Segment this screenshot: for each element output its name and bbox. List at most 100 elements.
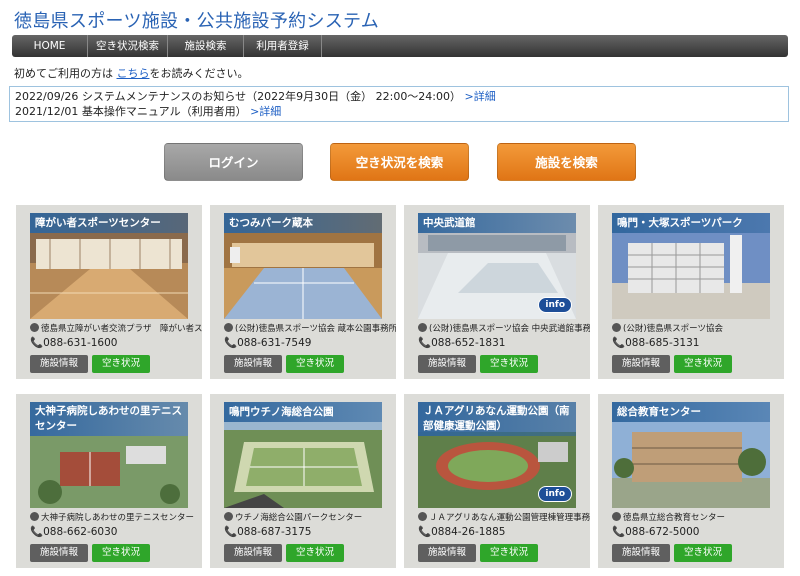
facility-name: 鳴門・大塚スポーツパーク (612, 213, 770, 233)
person-icon (418, 512, 427, 521)
vacancy-button[interactable]: 空き状況 (674, 355, 732, 373)
search-vacancy-button[interactable]: 空き状況を検索 (330, 143, 469, 181)
facility-org: 徳島県立総合教育センター (612, 511, 784, 523)
facility-name: 鳴門ウチノ海総合公園 (224, 402, 382, 422)
facility-info-button[interactable]: 施設情報 (612, 355, 670, 373)
facility-info-button[interactable]: 施設情報 (418, 544, 476, 562)
phone-icon: 📞 (30, 526, 44, 538)
vacancy-button[interactable]: 空き状況 (480, 355, 538, 373)
facility-photo[interactable]: 中央武道館 info (418, 213, 576, 319)
facility-info-button[interactable]: 施設情報 (30, 544, 88, 562)
facility-card: 大神子病院しあわせの里テニスセンター 大神子病院しあわせの里テニスセンター 📞0… (16, 394, 202, 568)
facility-photo[interactable]: 総合教育センター (612, 402, 770, 508)
facility-name: むつみパーク蔵本 (224, 213, 382, 233)
facility-info-button[interactable]: 施設情報 (224, 355, 282, 373)
notice-item: 2022/09/26 システムメンテナンスのお知らせ（2022年9月30日（金）… (15, 89, 783, 104)
facility-card: 鳴門・大塚スポーツパーク (公財)徳島県スポーツ協会 📞088-685-3131… (598, 205, 784, 379)
notice-more-link[interactable]: >詳細 (250, 105, 281, 118)
facility-tel-text: 088-687-3175 (237, 526, 312, 538)
facility-photo[interactable]: 障がい者スポーツセンター (30, 213, 188, 319)
facility-org-text: 徳島県立総合教育センター (623, 513, 726, 523)
facility-org: (公財)徳島県スポーツ協会 中央武道館事務所 (418, 322, 590, 334)
intro-text: 初めてご利用の方は こちらをお読みください。 (14, 65, 249, 81)
nav-facility-search[interactable]: 施設検索 (168, 35, 244, 57)
facility-card: 総合教育センター 徳島県立総合教育センター 📞088-672-5000 施設情報… (598, 394, 784, 568)
person-icon (612, 323, 621, 332)
search-facility-button[interactable]: 施設を検索 (497, 143, 636, 181)
facility-tel: 📞088-687-3175 (224, 525, 311, 538)
notice-text: 2022/09/26 システムメンテナンスのお知らせ（2022年9月30日（金）… (15, 90, 462, 103)
phone-icon: 📞 (418, 526, 432, 538)
facility-tel-text: 088-685-3131 (625, 337, 700, 349)
facility-name: 障がい者スポーツセンター (30, 213, 188, 233)
info-badge[interactable]: info (538, 486, 572, 502)
facility-tel: 📞088-662-6030 (30, 525, 117, 538)
phone-icon: 📞 (224, 337, 238, 349)
info-badge[interactable]: info (538, 297, 572, 313)
facility-tel: 📞088-631-7549 (224, 336, 311, 349)
facility-org: (公財)徳島県スポーツ協会 蔵本公園事務所 (224, 322, 396, 334)
facility-org-text: (公財)徳島県スポーツ協会 蔵本公園事務所 (235, 324, 396, 334)
vacancy-button[interactable]: 空き状況 (92, 544, 150, 562)
facility-tel-text: 088-672-5000 (625, 526, 700, 538)
facility-info-button[interactable]: 施設情報 (418, 355, 476, 373)
facility-info-button[interactable]: 施設情報 (224, 544, 282, 562)
facility-photo[interactable]: 大神子病院しあわせの里テニスセンター (30, 402, 188, 508)
vacancy-button[interactable]: 空き状況 (674, 544, 732, 562)
facility-tel: 📞088-672-5000 (612, 525, 699, 538)
facility-info-button[interactable]: 施設情報 (612, 544, 670, 562)
phone-icon: 📞 (418, 337, 432, 349)
phone-icon: 📞 (612, 337, 626, 349)
facility-photo[interactable]: むつみパーク蔵本 (224, 213, 382, 319)
nav-user-registration[interactable]: 利用者登録 (244, 35, 322, 57)
facility-card: むつみパーク蔵本 (公財)徳島県スポーツ協会 蔵本公園事務所 📞088-631-… (210, 205, 396, 379)
intro-before: 初めてご利用の方は (14, 67, 117, 80)
intro-after: をお読みください。 (149, 67, 249, 80)
facility-org: 大神子病院しあわせの里テニスセンター (30, 511, 202, 523)
notice-item: 2021/12/01 基本操作マニュアル（利用者用） >詳細 (15, 104, 783, 119)
facility-org-text: 徳島県立障がい者交流プラザ 障がい者スポ (41, 324, 202, 334)
vacancy-button[interactable]: 空き状況 (286, 544, 344, 562)
vacancy-button[interactable]: 空き状況 (480, 544, 538, 562)
facility-photo[interactable]: ＪＡアグリあなん運動公園（南部健康運動公園） info (418, 402, 576, 508)
intro-link[interactable]: こちら (117, 67, 150, 80)
person-icon (224, 323, 233, 332)
facility-card: 中央武道館 info (公財)徳島県スポーツ協会 中央武道館事務所 📞088-6… (404, 205, 590, 379)
facility-org: ＪＡアグリあなん運動公園管理棟管理事務所 (418, 511, 590, 523)
facility-org-text: ウチノ海総合公園パークセンター (235, 513, 363, 523)
notice-more-link[interactable]: >詳細 (465, 90, 496, 103)
facility-org: 徳島県立障がい者交流プラザ 障がい者スポ (30, 322, 202, 334)
facility-tel-text: 088-631-1600 (43, 337, 118, 349)
facility-org-text: (公財)徳島県スポーツ協会 中央武道館事務所 (429, 324, 590, 334)
person-icon (612, 512, 621, 521)
facility-org: ウチノ海総合公園パークセンター (224, 511, 396, 523)
facility-name: ＪＡアグリあなん運動公園（南部健康運動公園） (418, 402, 576, 436)
facility-photo[interactable]: 鳴門・大塚スポーツパーク (612, 213, 770, 319)
facility-photo[interactable]: 鳴門ウチノ海総合公園 (224, 402, 382, 508)
vacancy-button[interactable]: 空き状況 (92, 355, 150, 373)
notice-text: 2021/12/01 基本操作マニュアル（利用者用） (15, 105, 247, 118)
facility-tel: 📞088-685-3131 (612, 336, 699, 349)
nav-home[interactable]: HOME (12, 35, 88, 57)
nav-vacancy-search[interactable]: 空き状況検索 (88, 35, 168, 57)
facility-card: 鳴門ウチノ海総合公園 ウチノ海総合公園パークセンター 📞088-687-3175… (210, 394, 396, 568)
facility-tel-text: 0884-26-1885 (431, 526, 506, 538)
notice-box: 2022/09/26 システムメンテナンスのお知らせ（2022年9月30日（金）… (9, 86, 789, 122)
facility-tel: 📞088-652-1831 (418, 336, 505, 349)
login-button[interactable]: ログイン (164, 143, 303, 181)
facility-tel: 📞0884-26-1885 (418, 525, 505, 538)
facility-org-text: ＪＡアグリあなん運動公園管理棟管理事務所 (429, 513, 590, 523)
phone-icon: 📞 (30, 337, 44, 349)
facility-info-button[interactable]: 施設情報 (30, 355, 88, 373)
phone-icon: 📞 (612, 526, 626, 538)
facility-tel: 📞088-631-1600 (30, 336, 117, 349)
facility-name: 大神子病院しあわせの里テニスセンター (30, 402, 188, 436)
facility-name: 総合教育センター (612, 402, 770, 422)
person-icon (30, 323, 39, 332)
phone-icon: 📞 (224, 526, 238, 538)
facility-org: (公財)徳島県スポーツ協会 (612, 322, 784, 334)
vacancy-button[interactable]: 空き状況 (286, 355, 344, 373)
person-icon (418, 323, 427, 332)
facility-card: 障がい者スポーツセンター 徳島県立障がい者交流プラザ 障がい者スポ 📞088-6… (16, 205, 202, 379)
site-title: 徳島県スポーツ施設・公共施設予約システム (14, 11, 380, 32)
